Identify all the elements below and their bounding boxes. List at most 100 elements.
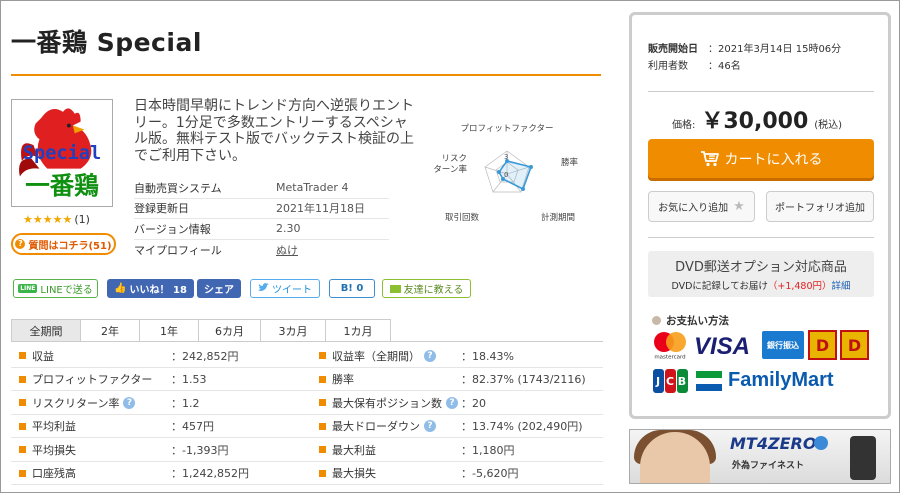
price: 価格: ￥30,000 (税込) <box>672 103 842 135</box>
product-info-table: 自動売買システム MetaTrader 4 登録更新日 2021年11月18日 … <box>134 178 389 260</box>
facebook-like-button[interactable]: 👍 いいね！ 18 <box>107 279 194 298</box>
tabs-baseline <box>11 341 603 342</box>
stat-value: ：242,852円 <box>171 349 239 363</box>
radar-tick-3: 3 <box>504 153 508 161</box>
facebook-share-button[interactable]: シェア <box>197 279 241 298</box>
stat-value: ：457円 <box>171 420 214 434</box>
stat-label-cell: 口座残高 <box>11 462 76 486</box>
logo-text-ichibandori: 一番鶏 <box>25 171 99 200</box>
stat-label: リスクリターン率 <box>32 396 120 410</box>
star-icons: ★★★★★ <box>23 213 73 226</box>
help-icon[interactable]: ? <box>446 396 458 409</box>
sale-info: 販売開始日 ：2021年3月14日 15時06分 利用者数 ：46名 <box>648 39 841 73</box>
add-portfolio-label: ポートフォリオ追加 <box>775 203 865 214</box>
line-share-label: LINEで送る <box>40 285 93 296</box>
price-label: 価格: <box>672 120 696 131</box>
stat-label: プロフィットファクター <box>32 373 153 387</box>
tab-2y[interactable]: 2年 <box>80 319 140 342</box>
dvd-detail-link[interactable]: 詳細 <box>832 281 851 292</box>
banner-title: MT4ZERO <box>730 434 817 453</box>
stats-row: 収益 ：242,852円 収益率（全期間）? ：18.43% <box>11 344 603 368</box>
dvd-title: DVD郵送オプション対応商品 <box>675 260 847 275</box>
tweet-label: ツイート <box>272 285 312 296</box>
twitter-bird-icon <box>258 282 269 295</box>
radar-label-trades: 取引回数 <box>445 212 480 223</box>
hatena-bookmark-button[interactable]: B! 0 <box>329 279 375 298</box>
bullet-square-icon <box>19 375 26 383</box>
bullet-icon <box>652 316 661 325</box>
info-key: マイプロフィール <box>134 243 222 257</box>
tab-1m[interactable]: 1カ月 <box>325 319 391 342</box>
tab-all[interactable]: 全期間 <box>11 319 81 342</box>
dvd-price: （+1,480円） <box>767 281 832 292</box>
bullet-square-icon <box>19 422 26 430</box>
jcb-logo: J C B <box>652 369 688 393</box>
radar-label-risk-1: リスク <box>441 154 467 164</box>
stat-value: ：1,242,852円 <box>171 467 249 481</box>
dvd-desc: DVDに記録してお届け <box>671 281 768 292</box>
radar-label-pf: プロフィットファクター <box>461 124 554 134</box>
bullet-square-icon <box>19 446 26 454</box>
sale-start-row: 販売開始日 ：2021年3月14日 15時06分 <box>648 39 841 56</box>
radar-point-period <box>521 187 525 191</box>
stats-row: 平均利益 ：457円 最大ドローダウン? ：13.74% (202,490円) <box>11 415 603 438</box>
tab-3m[interactable]: 3カ月 <box>260 319 326 342</box>
mastercard-logo: mastercard <box>654 332 686 361</box>
rooster-logo-image: Special 一番鶏 <box>12 100 112 206</box>
profile-link[interactable]: ぬけ <box>276 242 298 258</box>
stat-label: 最大利益 <box>332 443 376 457</box>
add-favorite-button[interactable]: お気に入り追加 ★ <box>648 191 755 222</box>
tell-friend-button[interactable]: 友達に教える <box>382 279 471 298</box>
bullet-square-icon <box>19 399 26 407</box>
help-icon[interactable]: ? <box>123 396 136 409</box>
users-row: 利用者数 ：46名 <box>648 56 841 73</box>
facebook-like-label: いいね！ 18 <box>129 285 187 296</box>
mt4zero-banner[interactable]: MT4ZERO 外為ファイネスト <box>629 429 891 484</box>
stat-value: ：-5,620円 <box>461 467 519 481</box>
info-row-system: 自動売買システム MetaTrader 4 <box>134 178 389 199</box>
mastercard-text: mastercard <box>654 355 685 361</box>
radar-label-risk-2: ターン率 <box>433 164 467 175</box>
add-portfolio-button[interactable]: ポートフォリオ追加 <box>766 191 874 222</box>
stat-value: ：82.37% (1743/2116) <box>461 373 586 387</box>
stat-label-cell: 平均損失 <box>11 438 76 462</box>
stat-label: 平均損失 <box>32 443 76 457</box>
bullet-square-icon <box>319 446 326 454</box>
tab-1y[interactable]: 1年 <box>139 319 199 342</box>
radar-label-period: 計測期間 <box>541 212 575 223</box>
add-to-cart-label: カートに入れる <box>724 151 823 168</box>
payment-title: お支払い方法 <box>652 313 729 328</box>
product-description: 日本時間早朝にトレンド方向へ逆張りエントリー。1分足で多数エントリーするスペシャ… <box>134 98 414 164</box>
info-value: MetaTrader 4 <box>276 181 349 195</box>
period-tabs: 全期間 2年 1年 6カ月 3カ月 1カ月 <box>11 319 603 342</box>
divider <box>648 237 874 238</box>
help-icon[interactable]: ? <box>424 349 436 362</box>
add-to-cart-button[interactable]: カートに入れる <box>648 139 874 178</box>
bullet-square-icon <box>19 469 26 477</box>
info-row-updated: 登録更新日 2021年11月18日 <box>134 199 389 219</box>
qa-button[interactable]: ? 質問はコチラ(51) <box>11 233 116 255</box>
users-value: ：46名 <box>708 61 741 72</box>
tab-6m[interactable]: 6カ月 <box>198 319 261 342</box>
stat-label: 最大ドローダウン <box>332 420 420 434</box>
cart-icon <box>700 151 719 167</box>
info-value: 2021年11月18日 <box>276 202 365 216</box>
stat-value: ：-1,393円 <box>171 443 229 457</box>
title-divider <box>11 74 601 76</box>
question-icon: ? <box>15 239 26 249</box>
stat-value: ：18.43% <box>461 349 514 363</box>
purchase-box: 販売開始日 ：2021年3月14日 15時06分 利用者数 ：46名 価格: ￥… <box>629 12 891 419</box>
tweet-button[interactable]: ツイート <box>250 279 320 298</box>
banner-subtitle: 外為ファイネスト <box>732 461 805 471</box>
radar-chart: 3 0 プロフィットファクター 勝率 計測期間 取引回数 リスク ターン率 <box>433 124 578 223</box>
rating-stars[interactable]: ★★★★★ (1) <box>23 213 90 226</box>
help-icon[interactable]: ? <box>424 420 436 433</box>
radar-tick-0: 0 <box>504 171 508 179</box>
stat-value: ：1,180円 <box>461 443 515 457</box>
info-row-version: バージョン情報 2.30 <box>134 219 389 240</box>
daily-yamazaki-logo: D <box>808 330 837 360</box>
stat-label: 勝率 <box>332 373 354 387</box>
info-key: 登録更新日 <box>134 202 189 216</box>
dvd-text: DVDに記録してお届け（+1,480円）詳細 <box>648 278 874 292</box>
line-share-button[interactable]: LINE LINEで送る <box>13 279 98 298</box>
